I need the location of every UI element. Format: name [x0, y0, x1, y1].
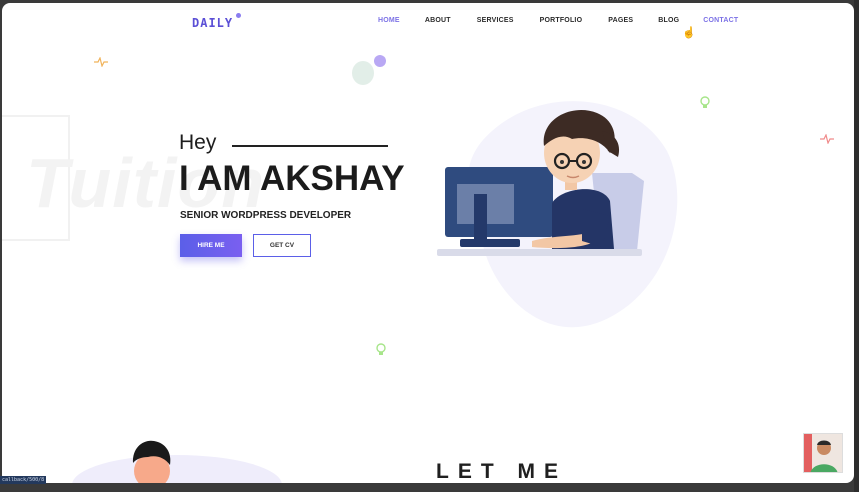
decor-bubble	[374, 55, 386, 67]
nav-contact[interactable]: CONTACT	[703, 17, 738, 24]
nav-home[interactable]: HOME	[378, 17, 400, 24]
pulse-icon	[94, 56, 108, 70]
hero-role: SENIOR WORDPRESS DEVELOPER	[180, 210, 352, 221]
nav-pages[interactable]: PAGES	[608, 17, 633, 24]
nav-services[interactable]: SERVICES	[477, 17, 514, 24]
logo-dot	[236, 13, 241, 18]
about-blob	[72, 455, 282, 483]
status-bar-url: callback/500/8	[0, 476, 46, 484]
hero-greeting: Hey	[179, 131, 217, 154]
person-photo-icon	[804, 434, 842, 472]
hero-name: I AM AKSHAY	[179, 159, 405, 198]
hire-me-button[interactable]: HIRE ME	[180, 234, 242, 257]
section-heading: LET ME	[436, 460, 567, 483]
main-nav: HOME ABOUT SERVICES PORTFOLIO PAGES BLOG…	[378, 17, 738, 24]
nav-portfolio[interactable]: PORTFOLIO	[540, 17, 583, 24]
window-scrollbar[interactable]	[854, 0, 859, 492]
developer-illustration	[437, 101, 678, 328]
decor-bubble	[352, 61, 374, 85]
pulse-icon	[820, 133, 834, 147]
chat-avatar-widget[interactable]	[803, 433, 843, 473]
site-logo[interactable]: DAILY	[192, 16, 233, 30]
nav-about[interactable]: ABOUT	[425, 17, 451, 24]
hand-cursor-icon: ☝	[682, 27, 696, 39]
nav-blog[interactable]: BLOG	[658, 17, 679, 24]
get-cv-button[interactable]: GET CV	[253, 234, 311, 257]
bulb-icon	[700, 96, 710, 113]
avatar-illustration	[132, 440, 171, 483]
page-viewport: DAILY HOME ABOUT SERVICES PORTFOLIO PAGE…	[2, 3, 854, 483]
greeting-divider	[232, 145, 388, 147]
bulb-icon	[376, 343, 386, 360]
